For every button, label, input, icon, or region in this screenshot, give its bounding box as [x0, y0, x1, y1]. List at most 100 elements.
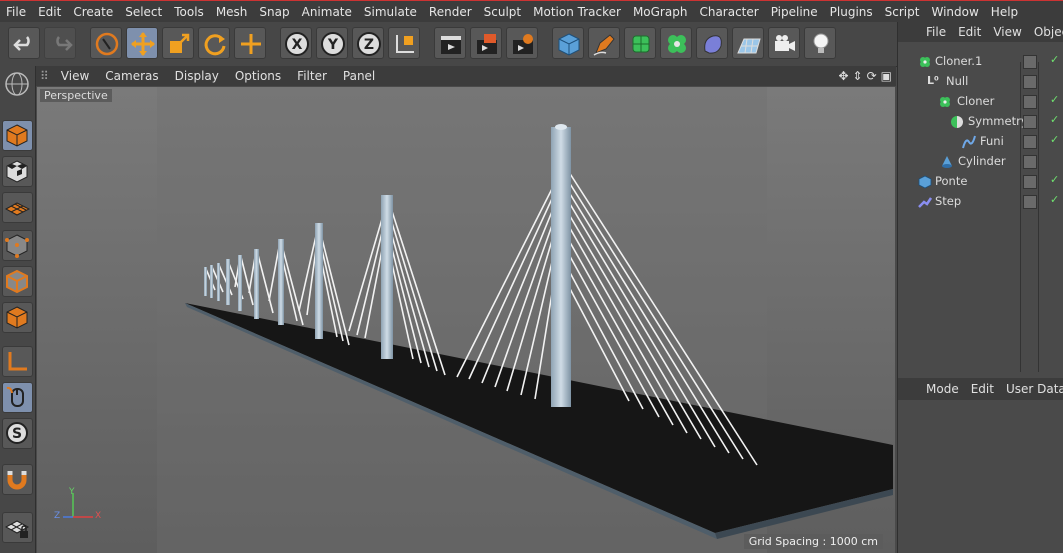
transform-tool-button[interactable]: [234, 27, 266, 59]
locked-workplane-button[interactable]: [2, 512, 33, 543]
menu-mesh[interactable]: Mesh: [210, 5, 254, 19]
render-settings-button[interactable]: [506, 27, 538, 59]
scale-tool-button[interactable]: [162, 27, 194, 59]
enabled-check-icon[interactable]: ✓: [1050, 193, 1059, 206]
cloner-button[interactable]: [660, 27, 692, 59]
polygons-icon: [6, 306, 28, 329]
coordinate-system-button[interactable]: [388, 27, 420, 59]
viewport-menu-view[interactable]: View: [53, 69, 97, 83]
enabled-check-icon[interactable]: ✓: [1050, 113, 1059, 126]
menu-render[interactable]: Render: [423, 5, 478, 19]
menu-help[interactable]: Help: [985, 5, 1024, 19]
menu-character[interactable]: Character: [693, 5, 764, 19]
layer-swatch[interactable]: [1023, 75, 1037, 89]
x-axis-lock-button[interactable]: X: [280, 27, 312, 59]
edges-mode-button[interactable]: [2, 266, 33, 297]
objects-menu-object[interactable]: Object: [1028, 25, 1063, 39]
viewport-menu-display[interactable]: Display: [167, 69, 227, 83]
layer-swatch[interactable]: [1023, 55, 1037, 69]
enabled-check-icon[interactable]: ✓: [1050, 133, 1059, 146]
menu-tools[interactable]: Tools: [168, 5, 210, 19]
menu-sculpt[interactable]: Sculpt: [478, 5, 527, 19]
menu-simulate[interactable]: Simulate: [358, 5, 423, 19]
render-region-button[interactable]: [470, 27, 502, 59]
model-mode-button[interactable]: [2, 120, 33, 151]
undo-button[interactable]: [8, 27, 40, 59]
menu-select[interactable]: Select: [119, 5, 168, 19]
attributes-menu-mode[interactable]: Mode: [920, 382, 965, 396]
menu-motion-tracker[interactable]: Motion Tracker: [527, 5, 627, 19]
orbit-icon[interactable]: ⟳: [867, 69, 877, 83]
menu-edit[interactable]: Edit: [32, 5, 67, 19]
menu-plugins[interactable]: Plugins: [824, 5, 879, 19]
menu-file[interactable]: File: [0, 5, 32, 19]
attributes-menu-user-data[interactable]: User Data: [1000, 382, 1063, 396]
floor-object-button[interactable]: [732, 27, 764, 59]
menu-snap[interactable]: Snap: [253, 5, 295, 19]
live-selection-button[interactable]: [90, 27, 122, 59]
light-object-button[interactable]: [804, 27, 836, 59]
menu-script[interactable]: Script: [879, 5, 926, 19]
snap-button[interactable]: [2, 464, 33, 495]
layer-swatch[interactable]: [1023, 175, 1037, 189]
menu-window[interactable]: Window: [925, 5, 984, 19]
texture-mode-button[interactable]: [2, 156, 33, 187]
workplane-mode-button[interactable]: [2, 192, 33, 223]
camera-object-button[interactable]: [768, 27, 800, 59]
move-tool-button[interactable]: [126, 27, 158, 59]
deformer-button[interactable]: [696, 27, 728, 59]
pen-spline-button[interactable]: [588, 27, 620, 59]
axis-mode-button[interactable]: [2, 346, 33, 377]
maximize-icon[interactable]: ▣: [881, 69, 892, 83]
layer-swatch[interactable]: [1023, 95, 1037, 109]
viewport-menu-cameras[interactable]: Cameras: [97, 69, 166, 83]
enabled-check-icon[interactable]: ✓: [1050, 173, 1059, 186]
tree-row-funi[interactable]: Funi ✓: [898, 132, 1063, 152]
objects-menu-view[interactable]: View: [987, 25, 1027, 39]
tree-row-cloner1[interactable]: Cloner.1 ✓: [898, 52, 1063, 72]
tree-row-cylinder[interactable]: Cylinder: [898, 152, 1063, 172]
subdivision-surface-button[interactable]: [624, 27, 656, 59]
polygons-mode-button[interactable]: [2, 302, 33, 333]
camera-icon: [775, 35, 795, 51]
cube-object-button[interactable]: [552, 27, 584, 59]
points-mode-button[interactable]: [2, 230, 33, 261]
3d-viewport[interactable]: Y X Z Perspective Grid Spacing : 1000 cm: [37, 87, 895, 553]
layer-swatch[interactable]: [1023, 115, 1037, 129]
solo-mode-button[interactable]: S: [2, 418, 33, 449]
render-view-button[interactable]: [434, 27, 466, 59]
object-tree: Cloner.1 ✓ L⁰ Null Cloner ✓ Symmetry ✓ F…: [898, 42, 1063, 372]
objects-menu-edit[interactable]: Edit: [952, 25, 987, 39]
pan-icon[interactable]: ✥: [838, 69, 848, 83]
tree-row-ponte[interactable]: Ponte ✓: [898, 172, 1063, 192]
y-axis-lock-button[interactable]: Y: [316, 27, 348, 59]
magnet-icon: [7, 471, 27, 490]
attributes-menu-edit[interactable]: Edit: [965, 382, 1000, 396]
viewport-menu-options[interactable]: Options: [227, 69, 289, 83]
symmetry-icon: [951, 116, 963, 128]
tree-row-null[interactable]: L⁰ Null: [898, 72, 1063, 92]
tweak-mode-button[interactable]: [2, 382, 33, 413]
tree-row-step[interactable]: Step ✓: [898, 192, 1063, 212]
viewport-menu-panel[interactable]: Panel: [335, 69, 383, 83]
viewport-menu-filter[interactable]: Filter: [289, 69, 335, 83]
objects-menu-file[interactable]: File: [920, 25, 952, 39]
tree-label: Cloner: [957, 94, 995, 108]
z-axis-lock-button[interactable]: Z: [352, 27, 384, 59]
rotate-tool-button[interactable]: [198, 27, 230, 59]
layer-swatch[interactable]: [1023, 155, 1037, 169]
redo-button[interactable]: [44, 27, 76, 59]
layer-swatch[interactable]: [1023, 135, 1037, 149]
enabled-check-icon[interactable]: ✓: [1050, 93, 1059, 106]
camera-label[interactable]: Perspective: [40, 89, 112, 102]
tree-row-symmetry[interactable]: Symmetry ✓: [898, 112, 1063, 132]
enabled-check-icon[interactable]: ✓: [1050, 53, 1059, 66]
dolly-icon[interactable]: ⇕: [853, 69, 863, 83]
tree-row-cloner[interactable]: Cloner ✓: [898, 92, 1063, 112]
menu-create[interactable]: Create: [67, 5, 119, 19]
menu-mograph[interactable]: MoGraph: [627, 5, 694, 19]
menu-pipeline[interactable]: Pipeline: [765, 5, 824, 19]
menu-animate[interactable]: Animate: [296, 5, 358, 19]
layer-swatch[interactable]: [1023, 195, 1037, 209]
workplane-globe-icon[interactable]: [3, 70, 32, 98]
